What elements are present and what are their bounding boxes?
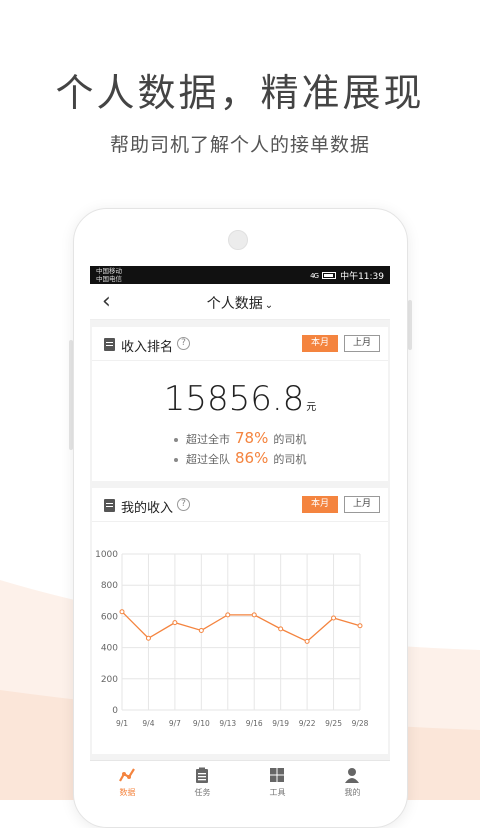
help-icon[interactable]: ? <box>177 498 190 511</box>
x-tick-label: 9/19 <box>272 719 289 728</box>
phone-power-button <box>408 300 412 350</box>
card-title: 我的收入 <box>121 501 174 516</box>
y-tick-label: 600 <box>101 612 118 622</box>
x-tick-label: 9/10 <box>193 719 210 728</box>
x-tick-label: 9/22 <box>299 719 316 728</box>
subheadline: 帮助司机了解个人的接单数据 <box>109 134 370 156</box>
phone-screen: 中国移动 中国电信 4G 中午11:39 ‹ 个人数据 ⌄ 收入排名 ? 本月 上… <box>90 266 390 800</box>
y-tick-label: 200 <box>101 675 118 685</box>
card-title: 收入排名 <box>121 340 174 355</box>
nav-bar: ‹ 个人数据 ⌄ <box>90 284 390 320</box>
data-point <box>357 623 363 629</box>
data-point <box>278 626 284 632</box>
y-tick-label: 800 <box>101 581 118 591</box>
x-tick-label: 9/16 <box>246 719 263 728</box>
x-tick-label: 9/13 <box>219 719 236 728</box>
this-month-button[interactable]: 本月 <box>302 335 338 352</box>
tab-task[interactable]: 任务 <box>165 761 240 800</box>
document-icon <box>104 338 115 351</box>
team-rank-line: 超过全队 86% 的司机 <box>174 449 306 467</box>
tab-tools[interactable]: 工具 <box>240 761 315 800</box>
data-point <box>145 635 151 641</box>
data-point <box>198 627 204 633</box>
headline: 个人数据，精准展现 <box>55 71 425 115</box>
carrier-info: 中国移动 中国电信 <box>96 267 122 283</box>
y-tick-label: 1000 <box>95 550 118 560</box>
chevron-down-icon: ⌄ <box>264 300 274 311</box>
data-point <box>251 612 257 618</box>
battery-icon <box>322 272 337 279</box>
clipboard-icon <box>196 767 208 783</box>
x-tick-label: 9/1 <box>116 719 128 728</box>
help-icon[interactable]: ? <box>177 337 190 350</box>
person-icon <box>345 768 359 783</box>
phone-camera <box>228 230 248 250</box>
income-chart: 0 200 400 600 800 1000 9/1 9/4 9/7 9/10 9/13 9/16 9/… <box>92 522 388 754</box>
last-month-button[interactable]: 上月 <box>344 496 380 513</box>
grid-icon <box>270 768 284 782</box>
this-month-button[interactable]: 本月 <box>302 496 338 513</box>
income-amount: 15856.8 元 <box>163 379 317 419</box>
data-point <box>225 612 231 618</box>
page-title[interactable]: 个人数据 ⌄ <box>90 293 390 313</box>
x-tick-label: 9/25 <box>325 719 342 728</box>
x-tick-label: 9/7 <box>169 719 181 728</box>
x-tick-label: 9/4 <box>142 719 154 728</box>
income-rank-card: 收入排名 ? 本月 上月 15856.8 元 超过全市 78% 的司机 超过全队 86%… <box>92 327 388 481</box>
y-tick-label: 400 <box>101 644 118 654</box>
income-line-chart: 0 200 400 600 800 1000 9/1 9/4 9/7 9/10 9/13 9/16 9/… <box>95 550 369 728</box>
document-icon <box>104 499 115 512</box>
chart-icon <box>119 768 135 782</box>
data-point <box>119 609 125 615</box>
x-tick-label: 9/28 <box>352 719 369 728</box>
city-rank-line: 超过全市 78% 的司机 <box>174 429 306 447</box>
status-bar: 中国移动 中国电信 4G 中午11:39 <box>90 266 390 284</box>
data-point <box>172 620 178 626</box>
last-month-button[interactable]: 上月 <box>344 335 380 352</box>
data-point <box>331 615 337 621</box>
my-income-card: 我的收入 ? 本月 上月 0 200 400 600 800 1000 9/1 9/4 9/7 9… <box>92 488 388 754</box>
signal-icon: 4G <box>310 271 319 280</box>
y-tick-label: 0 <box>112 706 118 716</box>
tab-mine[interactable]: 我的 <box>315 761 390 800</box>
clock: 中午11:39 <box>340 272 384 282</box>
data-point <box>304 638 310 644</box>
tab-data[interactable]: 数据 <box>90 761 165 800</box>
bottom-tab-bar: 数据 任务 工具 我的 <box>90 760 390 800</box>
